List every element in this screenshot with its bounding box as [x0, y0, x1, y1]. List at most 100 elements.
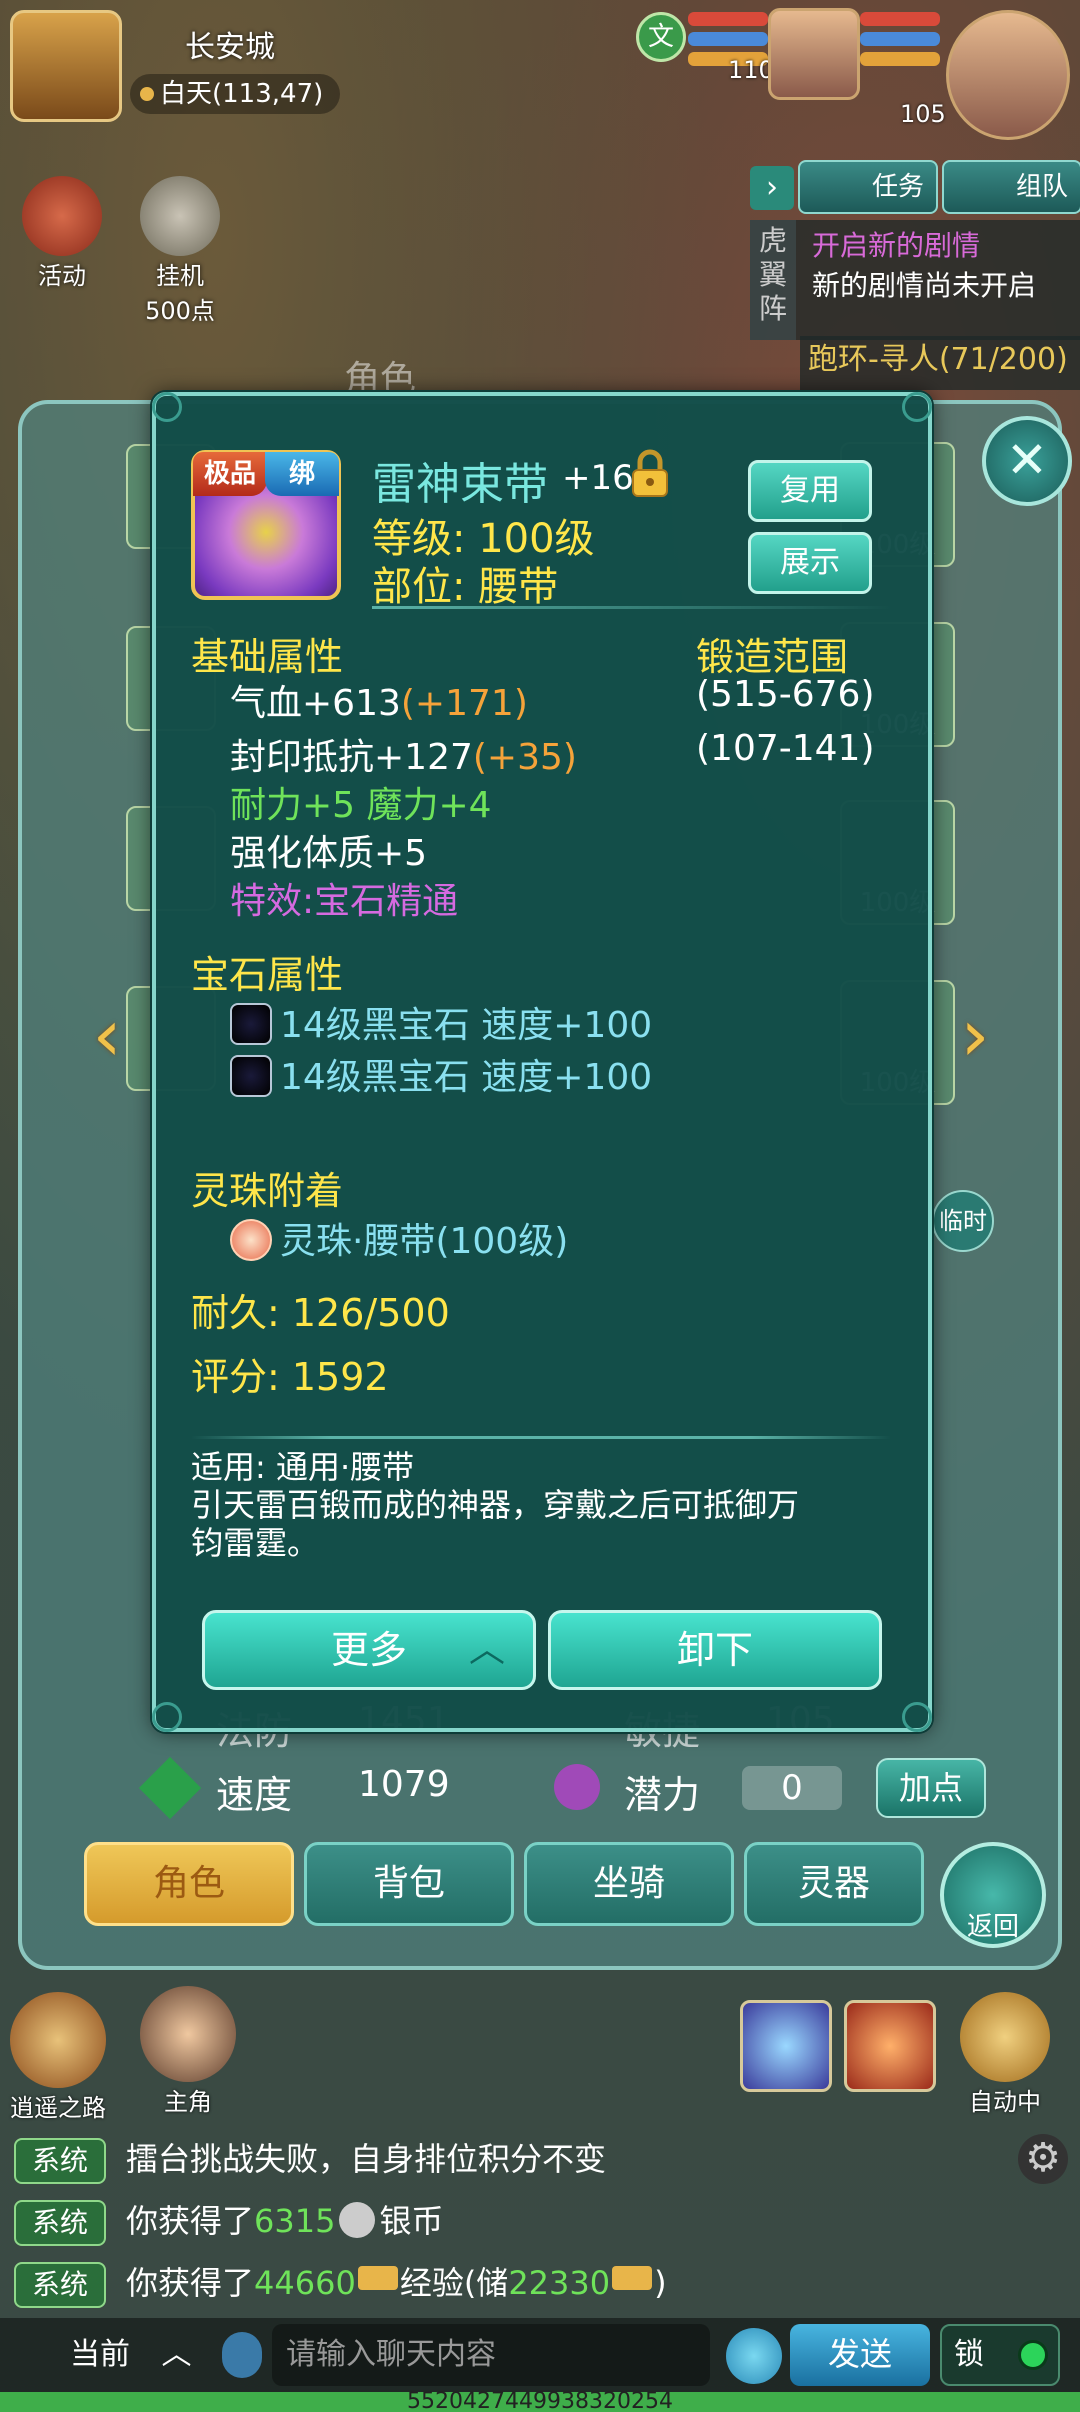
tab-role[interactable]: 角色	[84, 1842, 294, 1926]
tab-spirit[interactable]: 灵器	[744, 1842, 924, 1926]
silver-coin-icon	[339, 2202, 376, 2238]
divider	[191, 1436, 891, 1439]
speed-label: 速度	[216, 1773, 293, 1817]
activity-button[interactable]: 活动	[12, 176, 112, 291]
item-name: 雷神束带	[372, 459, 548, 510]
tab-bag[interactable]: 背包	[304, 1842, 514, 1926]
close-button[interactable]: ✕	[982, 416, 1072, 506]
gem-text: 14级黑宝石 速度+100	[280, 1005, 653, 1046]
microphone-icon[interactable]	[222, 2332, 262, 2378]
potential-label: 潜力	[624, 1773, 701, 1817]
chat-text: 擂台挑战失败，自身排位积分不变	[126, 2140, 607, 2178]
return-label: 返回	[966, 1912, 1019, 1942]
skill-fire-icon[interactable]	[844, 2000, 936, 2092]
hp-bar	[688, 12, 768, 26]
attr-hp-bonus: (+171)	[400, 683, 528, 724]
send-button[interactable]: 发送	[790, 2324, 930, 2386]
show-button[interactable]: 展示	[748, 532, 872, 594]
auto-hang-button[interactable]: 挂机 500点	[130, 176, 230, 326]
unequip-button[interactable]: 卸下	[548, 1610, 882, 1690]
bind-badge: 绑	[265, 452, 339, 496]
lock-icon[interactable]	[630, 448, 670, 498]
activity-label: 活动	[38, 262, 86, 290]
auto-label: 自动中	[969, 2088, 1041, 2116]
next-arrow-icon[interactable]: ›	[944, 990, 1006, 1080]
journey-button[interactable]: 逍遥之路	[10, 1992, 106, 2123]
gem-text: 14级黑宝石 速度+100	[280, 1057, 653, 1098]
chat-number: 44660	[254, 2264, 356, 2302]
skill-lightning-icon[interactable]	[740, 2000, 832, 2092]
quest-desc: 新的剧情尚未开启	[812, 269, 1037, 302]
chat-message: 系统 你获得了44660 经验(储22330)	[14, 2258, 667, 2308]
temp-button[interactable]: 临时	[932, 1190, 994, 1252]
pet-hp-bar	[860, 12, 940, 26]
add-point-button[interactable]: 加点	[876, 1758, 986, 1818]
hang-points: 500点	[145, 297, 215, 325]
tab-mount[interactable]: 坐骑	[524, 1842, 734, 1926]
chat-text: 你获得了	[126, 2264, 255, 2302]
auto-battle-button[interactable]: 自动中	[960, 1992, 1050, 2117]
potential-icon	[554, 1764, 600, 1810]
mp-bar	[688, 32, 768, 46]
chat-input[interactable]: 请输入聊天内容	[272, 2324, 710, 2386]
hero-button[interactable]: 主角	[140, 1986, 236, 2117]
chat-input-bar: 当前 ︿ 请输入聊天内容 发送 锁	[0, 2318, 1080, 2392]
range-hp: (515-676)	[696, 674, 875, 715]
gear-icon[interactable]: ⚙	[1018, 2134, 1068, 2184]
gem-row: 14级黑宝石 速度+100	[230, 996, 652, 1048]
range-seal: (107-141)	[696, 728, 875, 769]
faction-badge-icon[interactable]: 文	[636, 12, 686, 62]
chat-lock-toggle[interactable]: 锁	[940, 2324, 1060, 2386]
quest-tabs: › 任务 组队	[750, 160, 1080, 214]
attr-extra: 耐力+5 魔力+4	[230, 785, 492, 826]
chat-number: 22330	[508, 2264, 611, 2302]
tab-team[interactable]: 组队	[942, 160, 1080, 214]
item-slot: 部位: 腰带	[372, 564, 559, 610]
attr-enhance: 强化体质+5	[230, 833, 428, 874]
quest-item-loop[interactable]: 跑环-寻人(71/200)	[800, 336, 1080, 390]
attr-seal-bonus: (+35)	[472, 737, 577, 778]
player-avatar[interactable]	[768, 8, 860, 100]
location-panel[interactable]: 长安城 白天(113,47)	[10, 10, 340, 122]
score: 评分: 1592	[191, 1355, 389, 1399]
coords-text: 白天(113,47)	[160, 79, 324, 109]
chevron-up-icon: ︿	[468, 1629, 505, 1670]
role-tabs: 角色 背包 坐骑 灵器	[84, 1842, 934, 1926]
exp-icon	[612, 2266, 653, 2290]
description-line: 钧雷霆。	[191, 1524, 320, 1562]
system-tag: 系统	[14, 2262, 106, 2308]
attr-effect: 特效:宝石精通	[230, 881, 459, 922]
attr-seal-value: 封印抵抗+127	[230, 737, 473, 778]
quest-item-story[interactable]: 虎翼阵 开启新的剧情 新的剧情尚未开启	[750, 220, 1080, 340]
grade-badge: 极品	[193, 452, 267, 496]
chat-message: 系统 擂台挑战失败，自身排位积分不变	[14, 2134, 607, 2184]
tab-task[interactable]: 任务	[798, 160, 938, 214]
attr-hp: 气血+613(+171)	[230, 674, 528, 726]
player-level: 110	[728, 56, 774, 84]
more-button[interactable]: 更多 ︿	[202, 1610, 536, 1690]
emoji-icon[interactable]	[726, 2328, 782, 2384]
journey-icon	[10, 1992, 106, 2088]
system-tag: 系统	[14, 2200, 106, 2246]
black-gem-icon	[230, 1003, 272, 1045]
hang-label: 挂机	[156, 262, 204, 290]
pet-level: 105	[900, 100, 946, 128]
pet-avatar[interactable]	[946, 10, 1070, 140]
durability: 耐久: 126/500	[191, 1291, 450, 1335]
belt-item-icon: 极品 绑	[191, 450, 341, 600]
activity-icon	[22, 176, 102, 256]
reuse-button[interactable]: 复用	[748, 460, 872, 522]
corner-ornament	[902, 392, 932, 422]
hero-avatar-icon	[140, 1986, 236, 2082]
city-map-icon[interactable]	[10, 10, 122, 122]
prev-arrow-icon[interactable]: ‹	[76, 990, 138, 1080]
chat-channel-select[interactable]: 当前 ︿	[40, 2326, 210, 2384]
corner-ornament	[152, 392, 182, 422]
attr-hp-value: 气血+613	[230, 683, 401, 724]
pearl-row: 灵珠·腰带(100级)	[230, 1212, 568, 1264]
return-button[interactable]: 返回	[940, 1842, 1046, 1948]
item-enhance-level: +16	[562, 458, 634, 498]
hang-icon	[140, 176, 220, 256]
pearl-text: 灵珠·腰带(100级)	[280, 1221, 569, 1262]
collapse-arrow-icon[interactable]: ›	[750, 166, 794, 210]
